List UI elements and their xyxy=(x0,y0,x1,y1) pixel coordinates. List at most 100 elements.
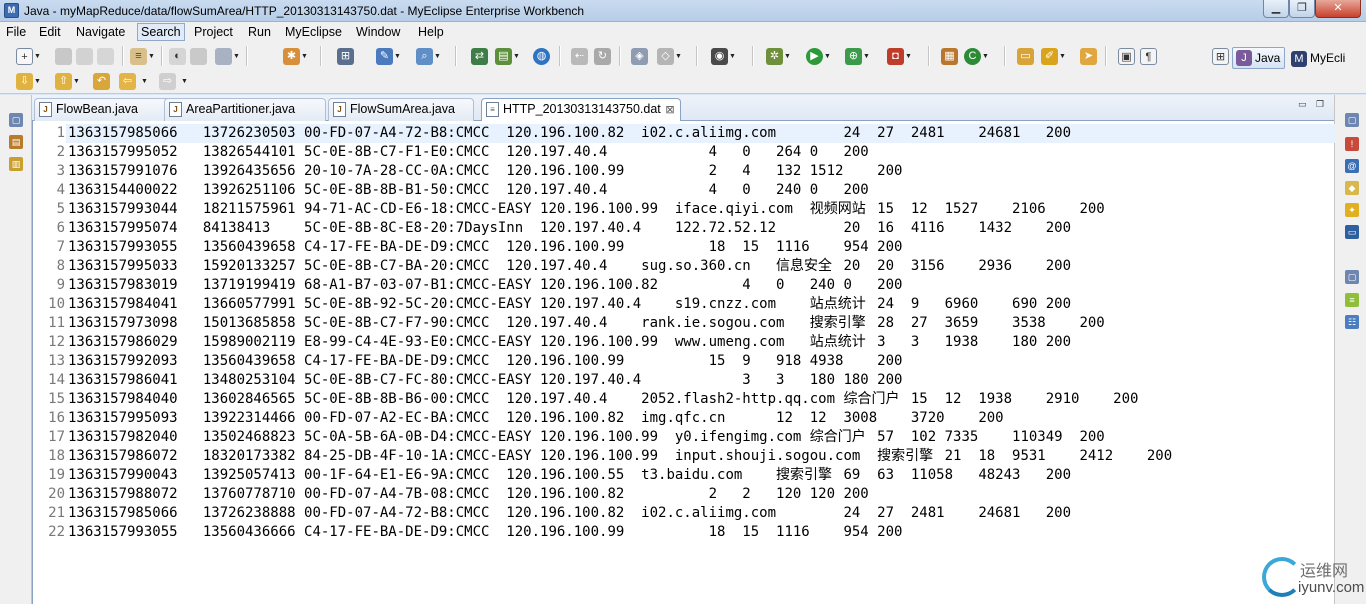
editor-line[interactable]: 4 1363154400022 13926251106 5C-0E-8B-8B-B… xyxy=(33,181,1333,200)
package-icon[interactable]: ▦ xyxy=(941,48,958,65)
menu-edit[interactable]: Edit xyxy=(36,23,64,41)
last-edit-icon[interactable]: ↶ xyxy=(93,73,110,90)
new-class-icon[interactable]: C xyxy=(964,48,981,65)
tool-icon[interactable]: ≡ xyxy=(130,48,147,65)
debug-dropdown-arrow[interactable]: ▼ xyxy=(784,48,791,65)
editor-line[interactable]: 21 1363157985066 13726238888 00-FD-07-A4-… xyxy=(33,504,1333,523)
camera-icon[interactable]: ◉ xyxy=(711,48,728,65)
editor-line[interactable]: 9 1363157983019 13719199419 68-A1-B7-03-0… xyxy=(33,276,1333,295)
share-icon[interactable]: ◈ xyxy=(631,48,648,65)
deploy-icon[interactable]: ⇄ xyxy=(471,48,488,65)
back-icon[interactable]: ⇦ xyxy=(119,73,136,90)
maximize-button[interactable]: ❐ xyxy=(1289,0,1315,18)
editor-line[interactable]: 11 1363157973098 15013685858 5C-0E-8B-C7-… xyxy=(33,314,1333,333)
new-dropdown-arrow[interactable]: ▼ xyxy=(34,48,41,65)
restore-view-icon[interactable]: ▢ xyxy=(9,113,23,127)
annotation-prev-icon[interactable]: ⇧ xyxy=(55,73,72,90)
editor-line[interactable]: 10 1363157984041 13660577991 5C-0E-8B-92-… xyxy=(33,295,1333,314)
run-dropdown-arrow[interactable]: ▼ xyxy=(824,48,831,65)
settings-dropdown-arrow[interactable]: ▼ xyxy=(301,48,308,65)
run-external-icon[interactable]: ⊕ xyxy=(845,48,862,65)
menu-help[interactable]: Help xyxy=(415,23,447,41)
menu-navigate[interactable]: Navigate xyxy=(73,23,128,41)
annotation-next-icon[interactable]: ⇩ xyxy=(16,73,33,90)
editor-line[interactable]: 17 1363157982040 13502468823 5C-0A-5B-6A-… xyxy=(33,428,1333,447)
servers-icon[interactable]: ✦ xyxy=(1345,203,1359,217)
myeclipse-perspective-label[interactable]: MyEcli xyxy=(1310,51,1345,65)
editor-line[interactable]: 20 1363157988072 13760778710 00-FD-07-A4-… xyxy=(33,485,1333,504)
restore-view-2-icon[interactable]: ▢ xyxy=(1345,270,1359,284)
editor-line[interactable]: 3 1363157991076 13926435656 20-10-7A-28-C… xyxy=(33,162,1333,181)
menu-run[interactable]: Run xyxy=(245,23,274,41)
new-class-dropdown-arrow[interactable]: ▼ xyxy=(982,48,989,65)
pin-dropdown-arrow[interactable]: ▼ xyxy=(1059,48,1066,65)
menu-search[interactable]: Search xyxy=(137,23,185,41)
settings-gear-icon[interactable]: ✱ xyxy=(283,48,300,65)
myeclipse-perspective-icon[interactable]: M xyxy=(1291,51,1307,67)
menu-project[interactable]: Project xyxy=(191,23,236,41)
close-tab-icon[interactable]: ⊠ xyxy=(664,104,676,116)
hierarchy-icon[interactable]: ▥ xyxy=(9,157,23,171)
package-explorer-icon[interactable]: ▤ xyxy=(9,135,23,149)
tab-http-dat[interactable]: ≡ HTTP_20130313143750.dat ⊠ xyxy=(481,98,681,122)
open-resource-icon[interactable]: ➤ xyxy=(1080,48,1097,65)
editor-line[interactable]: 15 1363157984040 13602846565 5C-0E-8B-8B-… xyxy=(33,390,1333,409)
search-icon[interactable]: ⌕ xyxy=(416,48,433,65)
new-icon[interactable]: + xyxy=(16,48,33,65)
open-perspective-icon[interactable]: ⊞ xyxy=(1212,48,1229,65)
menu-myeclipse[interactable]: MyEclipse xyxy=(282,23,345,41)
javadoc-icon[interactable]: @ xyxy=(1345,159,1359,173)
tab-flowsumarea[interactable]: J FlowSumArea.java xyxy=(328,98,474,121)
editor-line[interactable]: 7 1363157993055 13560439658 C4-17-FE-BA-D… xyxy=(33,238,1333,257)
editor-line[interactable]: 1 1363157985066 13726230503 00-FD-07-A4-7… xyxy=(33,124,1333,143)
editor-line[interactable]: 18 1363157986072 18320173382 84-25-DB-4F-… xyxy=(33,447,1333,466)
minimize-editor-icon[interactable]: ▭ xyxy=(1298,99,1307,110)
debug-persp-icon[interactable]: ◐ xyxy=(169,48,186,65)
text-editor[interactable]: 1 1363157985066 13726230503 00-FD-07-A4-7… xyxy=(32,121,1336,604)
editor-line[interactable]: 8 1363157995033 15920133257 5C-0E-8B-C7-B… xyxy=(33,257,1333,276)
console-icon[interactable]: ▭ xyxy=(1345,225,1359,239)
menu-file[interactable]: File xyxy=(3,23,29,41)
editor-line[interactable]: 12 1363157986029 15989002119 E8-99-C4-4E-… xyxy=(33,333,1333,352)
tab-areapartitioner[interactable]: J AreaPartitioner.java xyxy=(164,98,326,121)
editor-line[interactable]: 14 1363157986041 13480253104 5C-0E-8B-C7-… xyxy=(33,371,1333,390)
editor-line[interactable]: 16 1363157995093 13922314466 00-FD-07-A2-… xyxy=(33,409,1333,428)
back-dropdown-arrow[interactable]: ▼ xyxy=(141,73,148,90)
debug-bug-icon[interactable]: ✲ xyxy=(766,48,783,65)
restore-view-icon[interactable]: ▢ xyxy=(1345,113,1359,127)
outline-icon[interactable]: ≡ xyxy=(1345,293,1359,307)
editor-line[interactable]: 5 1363157993044 18211575961 94-71-AC-CD-E… xyxy=(33,200,1333,219)
stop-dropdown-arrow[interactable]: ▼ xyxy=(905,48,912,65)
editor-line[interactable]: 13 1363157992093 13560439658 C4-17-FE-BA-… xyxy=(33,352,1333,371)
editor-line[interactable]: 22 1363157993055 13560436666 C4-17-FE-BA-… xyxy=(33,523,1333,542)
pin-icon[interactable]: ✐ xyxy=(1041,48,1058,65)
open-folder-icon[interactable]: ▭ xyxy=(1017,48,1034,65)
external-dropdown-arrow[interactable]: ▼ xyxy=(863,48,870,65)
run-icon[interactable]: ▶ xyxy=(806,48,823,65)
declaration-icon[interactable]: ◆ xyxy=(1345,181,1359,195)
show-whitespace-icon[interactable]: ¶ xyxy=(1140,48,1157,65)
stop-server-icon[interactable]: ◘ xyxy=(887,48,904,65)
camera-dropdown-arrow[interactable]: ▼ xyxy=(729,48,736,65)
close-window-button[interactable]: ✕ xyxy=(1315,0,1361,18)
toggle-editor-icon[interactable]: ▣ xyxy=(1118,48,1135,65)
deploy-dropdown-arrow[interactable]: ▼ xyxy=(513,48,520,65)
menu-window[interactable]: Window xyxy=(353,23,403,41)
annotation-prev-dropdown-arrow[interactable]: ▼ xyxy=(73,73,80,90)
wizard-icon[interactable]: ✎ xyxy=(376,48,393,65)
editor-line[interactable]: 2 1363157995052 13826544101 5C-0E-8B-C7-F… xyxy=(33,143,1333,162)
open-type-icon[interactable]: ⊞ xyxy=(337,48,354,65)
tab-flowbean[interactable]: J FlowBean.java xyxy=(34,98,176,121)
maximize-editor-icon[interactable]: ❐ xyxy=(1316,99,1324,110)
browser-globe-icon[interactable]: ◍ xyxy=(533,48,550,65)
search-dropdown-arrow[interactable]: ▼ xyxy=(434,48,441,65)
minimize-button[interactable]: ▁ xyxy=(1263,0,1289,18)
tool-dropdown-arrow[interactable]: ▼ xyxy=(148,48,155,65)
add-deployment-icon[interactable]: ▤ xyxy=(495,48,512,65)
annotation-next-dropdown-arrow[interactable]: ▼ xyxy=(34,73,41,90)
editor-line[interactable]: 19 1363157990043 13925057413 00-1F-64-E1-… xyxy=(33,466,1333,485)
problems-icon[interactable]: ! xyxy=(1345,137,1359,151)
wizard-dropdown-arrow[interactable]: ▼ xyxy=(394,48,401,65)
editor-line[interactable]: 6 1363157995074 84138413 5C-0E-8B-8C-E8-2… xyxy=(33,219,1333,238)
java-perspective-button[interactable]: J Java xyxy=(1232,47,1286,69)
